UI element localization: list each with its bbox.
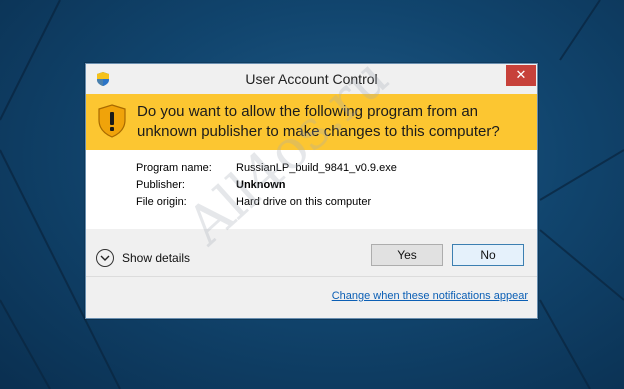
footer-divider (86, 276, 537, 277)
warning-banner: Do you want to allow the following progr… (86, 94, 537, 150)
warning-shield-icon (98, 104, 126, 138)
detail-label: Publisher: (136, 179, 185, 191)
program-name-value: RussianLP_build_9841_v0.9.exe (236, 162, 397, 174)
notification-settings-link[interactable]: Change when these notifications appear (332, 290, 528, 302)
show-details-label: Show details (122, 251, 191, 265)
program-details: Program name: RussianLP_build_9841_v0.9.… (86, 150, 537, 229)
dialog-title: User Account Control (245, 71, 378, 87)
yes-button[interactable]: Yes (371, 244, 443, 266)
chevron-down-icon (96, 249, 114, 267)
publisher-value: Unknown (236, 179, 286, 191)
title-bar: User Account Control ✕ (86, 64, 537, 94)
close-button[interactable]: ✕ (506, 65, 536, 86)
detail-label: Program name: (136, 162, 212, 174)
detail-label: File origin: (136, 196, 187, 208)
file-origin-value: Hard drive on this computer (236, 196, 372, 208)
uac-question: Do you want to allow the following progr… (137, 103, 500, 140)
close-icon: ✕ (515, 67, 527, 82)
uac-dialog: User Account Control ✕ Do you want to al… (85, 63, 538, 319)
no-button[interactable]: No (452, 244, 524, 266)
